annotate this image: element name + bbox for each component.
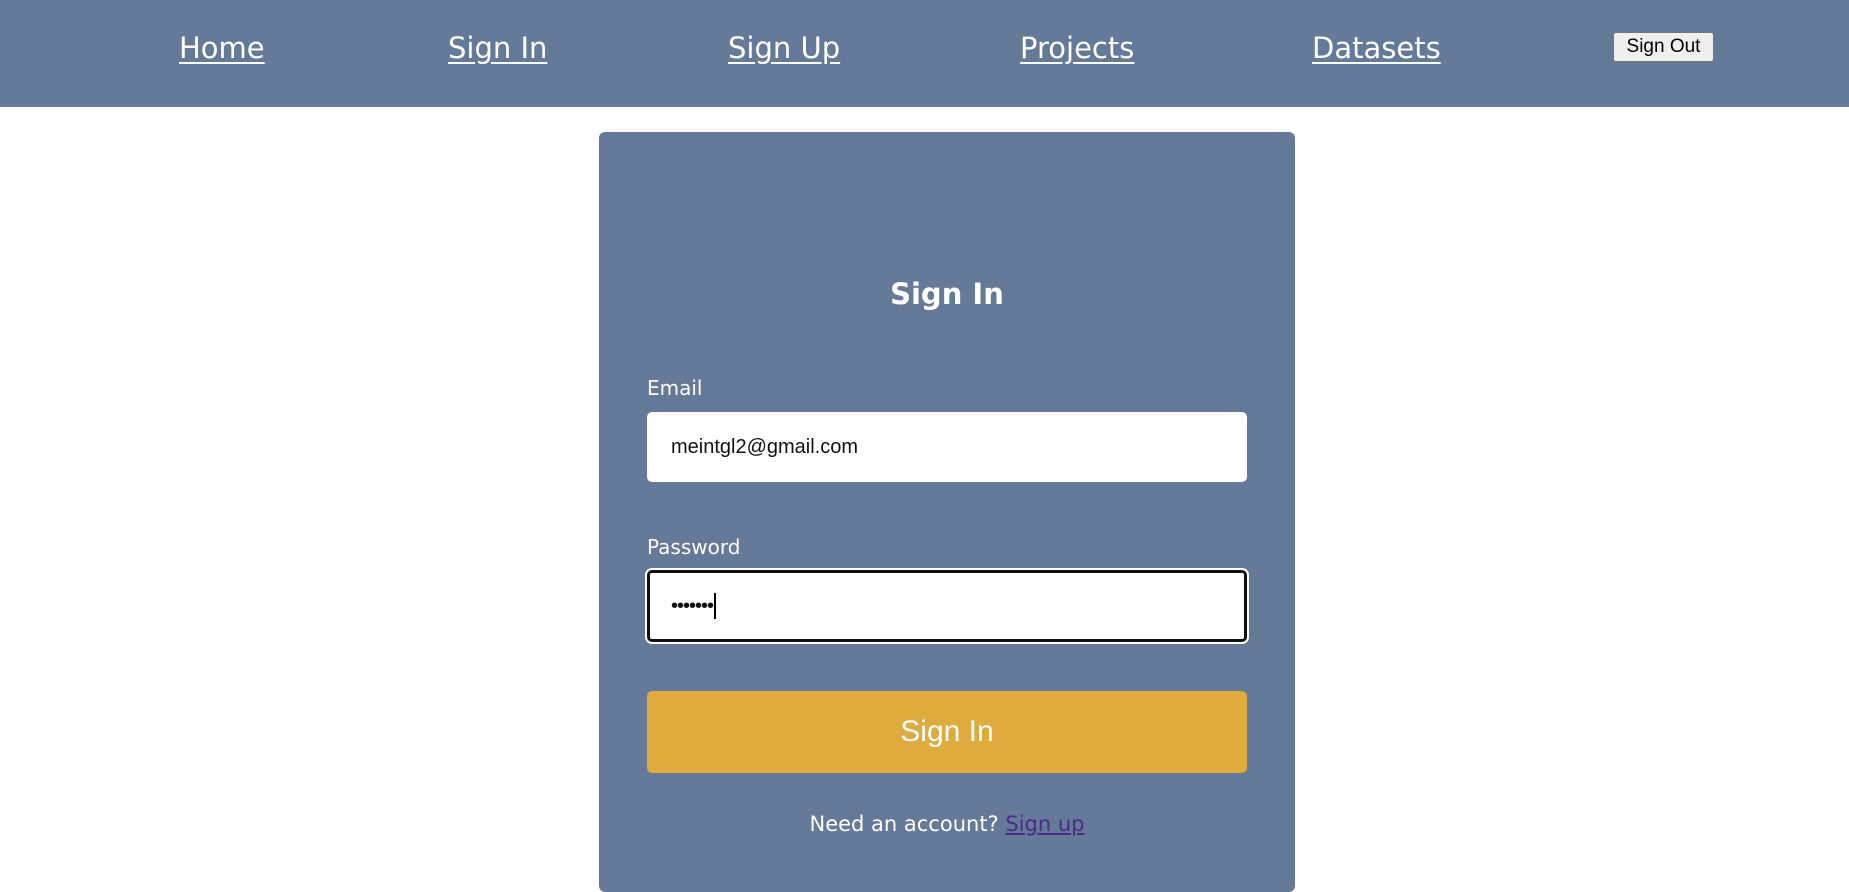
text-caret bbox=[714, 593, 717, 619]
email-label: Email bbox=[647, 376, 703, 400]
sign-up-link[interactable]: Sign up bbox=[1005, 812, 1084, 836]
nav-link-datasets[interactable]: Datasets bbox=[1312, 28, 1441, 68]
sign-in-button[interactable]: Sign In bbox=[647, 691, 1247, 773]
nav-link-sign-in[interactable]: Sign In bbox=[448, 28, 547, 68]
nav-link-projects[interactable]: Projects bbox=[1020, 28, 1134, 68]
password-field[interactable]: ••••••• bbox=[647, 570, 1247, 642]
sign-out-button[interactable]: Sign Out bbox=[1613, 32, 1714, 62]
nav-link-home[interactable]: Home bbox=[179, 28, 265, 68]
signup-prompt: Need an account? Sign up bbox=[599, 809, 1295, 839]
page-title: Sign In bbox=[890, 277, 1004, 311]
password-label: Password bbox=[647, 535, 741, 559]
sign-in-card: Sign In Email meintgl2@gmail.com Passwor… bbox=[599, 132, 1295, 892]
email-value: meintgl2@gmail.com bbox=[671, 435, 859, 458]
nav-link-sign-up[interactable]: Sign Up bbox=[728, 28, 840, 68]
top-nav: Home Sign In Sign Up Projects Datasets S… bbox=[0, 0, 1849, 107]
signup-prompt-text: Need an account? bbox=[809, 812, 999, 836]
email-field[interactable]: meintgl2@gmail.com bbox=[647, 412, 1247, 482]
password-value: ••••••• bbox=[671, 594, 714, 617]
